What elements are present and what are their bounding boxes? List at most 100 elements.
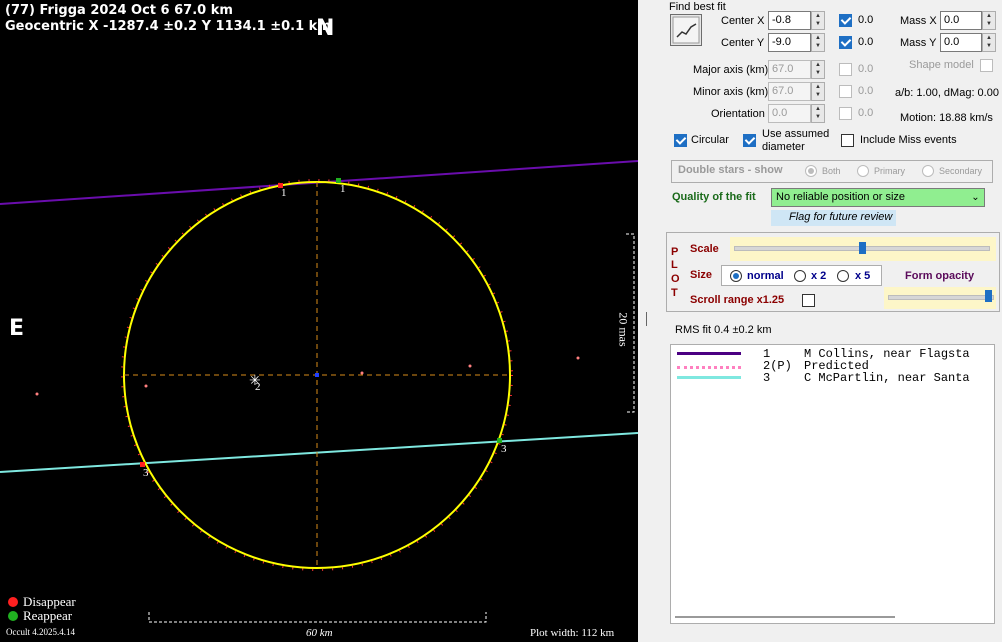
orientation-checkbox[interactable] <box>839 107 852 120</box>
opacity-slider[interactable] <box>884 287 996 309</box>
stray-point <box>576 356 580 360</box>
plot-letter-t: T <box>671 287 678 299</box>
splitter-grip <box>646 312 647 326</box>
major-axis-input[interactable]: 67.0 <box>768 60 811 79</box>
find-best-fit-button[interactable] <box>670 14 702 46</box>
scroll-range-label: Scroll range x1.25 <box>690 294 785 306</box>
scale-bar <box>148 612 487 623</box>
legend-line-2 <box>677 366 741 372</box>
legend-reappear: Reappear <box>8 608 72 624</box>
chord-label-d3: 3 <box>143 467 149 479</box>
ds-primary-radio[interactable] <box>857 165 869 177</box>
plot-letter-o: O <box>671 273 680 285</box>
center-y-checkbox[interactable] <box>839 36 852 49</box>
size-x5-radio[interactable] <box>837 270 849 282</box>
minor-axis-label: Minor axis (km) <box>693 86 769 98</box>
chord-label-r3: 3 <box>501 443 507 455</box>
size-x2-radio[interactable] <box>794 270 806 282</box>
version-label: Occult 4.2025.4.14 <box>6 627 75 637</box>
center-y-check-value: 0.0 <box>858 36 874 48</box>
center-y-spinner[interactable]: ▲ ▼ <box>811 33 825 52</box>
legend-scrollbar[interactable] <box>675 616 895 618</box>
scale-label: Scale <box>690 243 719 255</box>
reappear-dot-icon <box>8 611 18 621</box>
chord-label-r1: 1 <box>340 183 346 195</box>
form-opacity-label: Form opacity <box>905 270 975 282</box>
ab-dmag-label: a/b: 1.00, dMag: 0.00 <box>895 87 999 99</box>
flag-review-box: Flag for future review <box>771 210 896 226</box>
ds-secondary-radio[interactable] <box>922 165 934 177</box>
splitter[interactable] <box>638 0 666 642</box>
include-miss-checkbox[interactable] <box>841 134 854 147</box>
minor-axis-input[interactable]: 67.0 <box>768 82 811 101</box>
size-normal-label: normal <box>747 270 784 282</box>
mass-x-input[interactable]: 0.0 <box>940 11 982 30</box>
scale-slider[interactable] <box>730 237 996 261</box>
quality-select[interactable]: No reliable position or size ⌄ <box>771 188 985 207</box>
orientation-label: Orientation <box>711 108 765 120</box>
mas-label: 20 mas <box>616 312 631 347</box>
major-axis-checkbox[interactable] <box>839 63 852 76</box>
plot-width-label: Plot width: 112 km <box>530 627 615 639</box>
disappear-dot-icon <box>8 597 18 607</box>
center-x-check-value: 0.0 <box>858 14 874 26</box>
minor-axis-check-value: 0.0 <box>858 85 874 97</box>
center-x-input[interactable]: -0.8 <box>768 11 811 30</box>
scale-label: 60 km <box>306 627 333 639</box>
center-y-input[interactable]: -9.0 <box>768 33 811 52</box>
center-y-label: Center Y <box>721 37 765 49</box>
mass-y-spinner[interactable]: ▲ ▼ <box>982 33 996 52</box>
stray-point <box>144 384 148 388</box>
mass-x-spinner[interactable]: ▲ ▼ <box>982 11 996 30</box>
flag-review-label: Flag for future review <box>789 211 893 223</box>
observer-legend-list[interactable]: 1 M Collins, near Flagsta 2(P) Predicted… <box>670 344 995 624</box>
opacity-slider-thumb[interactable] <box>985 290 992 302</box>
find-best-fit-label: Find best fit <box>669 1 726 13</box>
major-axis-label: Major axis (km) <box>693 64 769 76</box>
chart-fit-icon <box>672 16 700 44</box>
mass-x-label: Mass X <box>900 15 937 27</box>
occultation-plot[interactable]: ✳ 1 1 2 3 3 (77) Frigga 2024 Oct 6 67.0 … <box>0 0 638 642</box>
quality-value: No reliable position or size <box>776 191 906 203</box>
compass-north: N <box>316 16 335 41</box>
ds-primary-label: Primary <box>874 166 905 176</box>
minor-axis-checkbox[interactable] <box>839 85 852 98</box>
plot-letter-l: L <box>671 259 678 271</box>
center-x-checkbox[interactable] <box>839 14 852 27</box>
orientation-spinner[interactable]: ▲ ▼ <box>811 104 825 123</box>
center-x-label: Center X <box>721 15 765 27</box>
major-axis-spinner[interactable]: ▲ ▼ <box>811 60 825 79</box>
plot-canvas: ✳ <box>0 160 638 623</box>
use-assumed-checkbox[interactable] <box>743 134 756 147</box>
circular-checkbox[interactable] <box>674 134 687 147</box>
legend-reappear-label: Reappear <box>23 608 73 623</box>
legend-line-3 <box>677 376 741 379</box>
ds-both-radio[interactable] <box>805 165 817 177</box>
stray-point <box>468 364 472 368</box>
stray-point <box>360 371 364 375</box>
motion-label: Motion: 18.88 km/s <box>900 112 993 124</box>
orientation-check-value: 0.0 <box>858 107 874 119</box>
quality-label: Quality of the fit <box>672 191 756 203</box>
circular-label: Circular <box>691 134 729 146</box>
mass-y-input[interactable]: 0.0 <box>940 33 982 52</box>
orientation-input[interactable]: 0.0 <box>768 104 811 123</box>
minor-axis-spinner[interactable]: ▲ ▼ <box>811 82 825 101</box>
legend-row-3-num: 3 <box>763 371 771 385</box>
mass-y-label: Mass Y <box>900 37 937 49</box>
rms-fit-label: RMS fit 0.4 ±0.2 km <box>675 324 772 336</box>
scale-slider-thumb[interactable] <box>859 242 866 254</box>
size-normal-radio[interactable] <box>730 270 742 282</box>
center-x-spinner[interactable]: ▲ ▼ <box>811 11 825 30</box>
size-label: Size <box>690 269 713 281</box>
opacity-slider-track <box>888 295 994 300</box>
shape-model-checkbox[interactable] <box>980 59 993 72</box>
use-assumed-label: Use assumed diameter <box>762 128 830 153</box>
include-miss-label: Include Miss events <box>860 134 957 146</box>
plot-geocentric: Geocentric X -1287.4 ±0.2 Y 1134.1 ±0.1 … <box>5 19 331 34</box>
scroll-range-checkbox[interactable] <box>802 294 815 307</box>
plot-title: (77) Frigga 2024 Oct 6 67.0 km <box>5 3 233 18</box>
double-stars-label: Double stars - show <box>678 164 783 176</box>
fit-panel: Find best fit Center X -0.8 ▲ ▼ 0.0 Mass … <box>666 0 1002 642</box>
legend-row-3-text: C McPartlin, near Santa <box>804 371 970 385</box>
